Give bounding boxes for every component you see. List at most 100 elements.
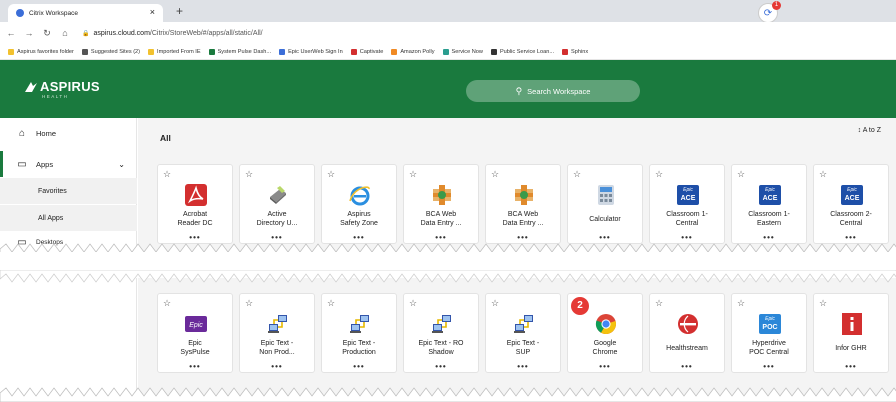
favorite-star-icon[interactable]: ☆ <box>737 169 745 180</box>
bookmark-item[interactable]: Public Service Loan... <box>490 48 555 55</box>
more-options-icon[interactable]: ••• <box>486 362 560 371</box>
forward-icon[interactable]: → <box>22 28 36 38</box>
app-name: Epic Text - RO Shadow <box>418 340 464 356</box>
favorite-star-icon[interactable]: ☆ <box>163 169 171 180</box>
favorite-star-icon[interactable]: ☆ <box>245 169 253 180</box>
favorite-star-icon[interactable]: ☆ <box>655 169 663 180</box>
app-tile[interactable]: Google Chrome ••• 2 <box>567 293 643 373</box>
app-tile[interactable]: ☆ Calculator ••• <box>567 164 643 244</box>
url-path: /Citrix/StoreWeb/#/apps/all/static/All/ <box>149 29 263 37</box>
app-tile[interactable]: ☆ BCA Web Data Entry ... ••• <box>485 164 561 244</box>
favorite-star-icon[interactable]: ☆ <box>819 169 827 180</box>
app-name: Infor GHR <box>835 345 867 352</box>
back-icon[interactable]: ← <box>4 28 18 38</box>
bookmark-icon <box>8 48 14 55</box>
epic-text-icon <box>430 312 454 336</box>
favorite-star-icon[interactable]: ☆ <box>491 298 499 309</box>
bookmark-item[interactable]: Service Now <box>442 48 483 55</box>
more-options-icon[interactable]: ••• <box>732 362 806 371</box>
new-tab-button[interactable]: + <box>176 4 183 18</box>
bookmark-item[interactable]: Suggested Sites (2) <box>81 48 140 55</box>
bookmark-item[interactable]: Epic UserWeb Sign In <box>279 48 343 55</box>
search-workspace-input[interactable]: ⚲ Search Workspace <box>466 80 640 102</box>
favorite-star-icon[interactable]: ☆ <box>573 169 581 180</box>
chrome-icon <box>594 312 618 336</box>
bookmark-label: Public Service Loan... <box>499 48 555 55</box>
app-tile[interactable]: ☆ Epic Text - Non Prod... ••• <box>239 293 315 373</box>
reload-icon[interactable]: ↻ <box>40 28 54 39</box>
favorite-star-icon[interactable]: ☆ <box>819 298 827 309</box>
more-options-icon[interactable]: ••• <box>158 362 232 371</box>
app-name: Google Chrome <box>592 340 618 356</box>
favorite-star-icon[interactable]: ☆ <box>327 298 335 309</box>
bookmark-item[interactable]: Imported From IE <box>148 48 201 55</box>
bca-web-icon <box>430 183 454 207</box>
active-directory-icon <box>266 183 290 207</box>
favorite-star-icon[interactable]: ☆ <box>491 169 499 180</box>
app-tile[interactable]: ☆ Active Directory U... ••• <box>239 164 315 244</box>
app-tile[interactable]: ☆ Aspirus Safety Zone ••• <box>321 164 397 244</box>
favorite-star-icon[interactable]: ☆ <box>163 298 171 309</box>
sidebar-item-apps[interactable]: ▭ Apps ⌄ <box>0 151 137 177</box>
svg-text:POC: POC <box>762 324 777 331</box>
app-tile[interactable]: ☆ Epic Text - SUP ••• <box>485 293 561 373</box>
svg-text:Epic: Epic <box>847 187 857 193</box>
bookmark-item[interactable]: System Pulse Dash... <box>208 48 271 55</box>
aspirus-logo: ASPIRUS <box>24 79 100 94</box>
app-tile[interactable]: ☆ Epic Epic SysPulse ••• <box>157 293 233 373</box>
favorite-star-icon[interactable]: ☆ <box>327 169 335 180</box>
svg-text:ACE: ACE <box>763 195 778 202</box>
app-tile[interactable]: ☆ Acrobat Reader DC ••• <box>157 164 233 244</box>
apps-icon: ▭ <box>17 158 27 170</box>
app-tile[interactable]: ☆ Epic POC Hyperdrive POC Central ••• <box>731 293 807 373</box>
favorite-star-icon[interactable]: ☆ <box>409 169 417 180</box>
sort-label: A to Z <box>862 127 881 134</box>
favorite-star-icon[interactable]: ☆ <box>655 298 663 309</box>
app-name: BCA Web Data Entry ... <box>502 211 544 227</box>
workspace-header: ASPIRUS HEALTH ⚲ Search Workspace <box>0 60 896 118</box>
sidebar-item-favorites[interactable]: Favorites <box>0 178 137 204</box>
app-name: Classroom 1- Eastern <box>748 211 790 227</box>
bookmark-item[interactable]: Sphinx <box>562 48 588 55</box>
app-tile[interactable]: ☆ Epic ACE Classroom 1- Eastern ••• <box>731 164 807 244</box>
epic-ace-icon: Epic ACE <box>676 183 700 207</box>
browser-tab[interactable]: Citrix Workspace × <box>8 4 163 22</box>
citrix-extension-button[interactable]: ⟳ 1 <box>758 1 781 23</box>
browser-tab-bar: Citrix Workspace × + ⟳ 1 <box>0 0 896 23</box>
favorite-star-icon[interactable]: ☆ <box>245 298 253 309</box>
more-options-icon[interactable]: ••• <box>650 362 724 371</box>
app-name: Hyperdrive POC Central <box>749 340 789 356</box>
sidebar-item-all-apps[interactable]: All Apps <box>0 205 137 231</box>
app-tile[interactable]: ☆ Epic ACE Classroom 1- Central ••• <box>649 164 725 244</box>
bookmark-icon <box>350 48 357 55</box>
bca-web-icon <box>512 183 536 207</box>
bookmark-item[interactable]: Captivate <box>350 48 383 55</box>
tab-close-icon[interactable]: × <box>150 7 155 17</box>
bookmark-item[interactable]: Aspirus favorites folder <box>8 48 74 55</box>
internet-explorer-icon <box>348 183 372 207</box>
home-icon[interactable]: ⌂ <box>58 28 72 38</box>
aspirus-logo-mark-icon <box>25 81 37 92</box>
more-options-icon[interactable]: ••• <box>568 362 642 371</box>
app-tile[interactable]: ☆ Healthstream ••• <box>649 293 725 373</box>
more-options-icon[interactable]: ••• <box>814 362 888 371</box>
app-name: Acrobat Reader DC <box>177 211 213 227</box>
app-tile[interactable]: ☆ Epic ACE Classroom 2- Central ••• <box>813 164 889 244</box>
sort-button[interactable]: ↕ A to Z <box>858 127 881 134</box>
bookmark-item[interactable]: Amazon Polly <box>391 48 435 55</box>
more-options-icon[interactable]: ••• <box>322 362 396 371</box>
more-options-icon[interactable]: ••• <box>404 362 478 371</box>
app-tile[interactable]: ☆ Epic Text - Production ••• <box>321 293 397 373</box>
more-options-icon[interactable]: ••• <box>240 362 314 371</box>
sidebar-item-home[interactable]: ⌂ Home <box>0 120 137 146</box>
app-tile[interactable]: ☆ Infor GHR ••• <box>813 293 889 373</box>
favorite-star-icon[interactable]: ☆ <box>409 298 417 309</box>
favorite-star-icon[interactable]: ☆ <box>737 298 745 309</box>
url-field[interactable]: 🔒 aspirus.cloud.com/Citrix/StoreWeb/#/app… <box>82 30 263 37</box>
extension-badge: 1 <box>772 1 781 10</box>
bookmark-icon <box>148 48 155 55</box>
app-name: Classroom 2- Central <box>830 211 872 227</box>
app-tile[interactable]: ☆ BCA Web Data Entry ... ••• <box>403 164 479 244</box>
search-placeholder: Search Workspace <box>527 86 591 96</box>
app-tile[interactable]: ☆ Epic Text - RO Shadow ••• <box>403 293 479 373</box>
